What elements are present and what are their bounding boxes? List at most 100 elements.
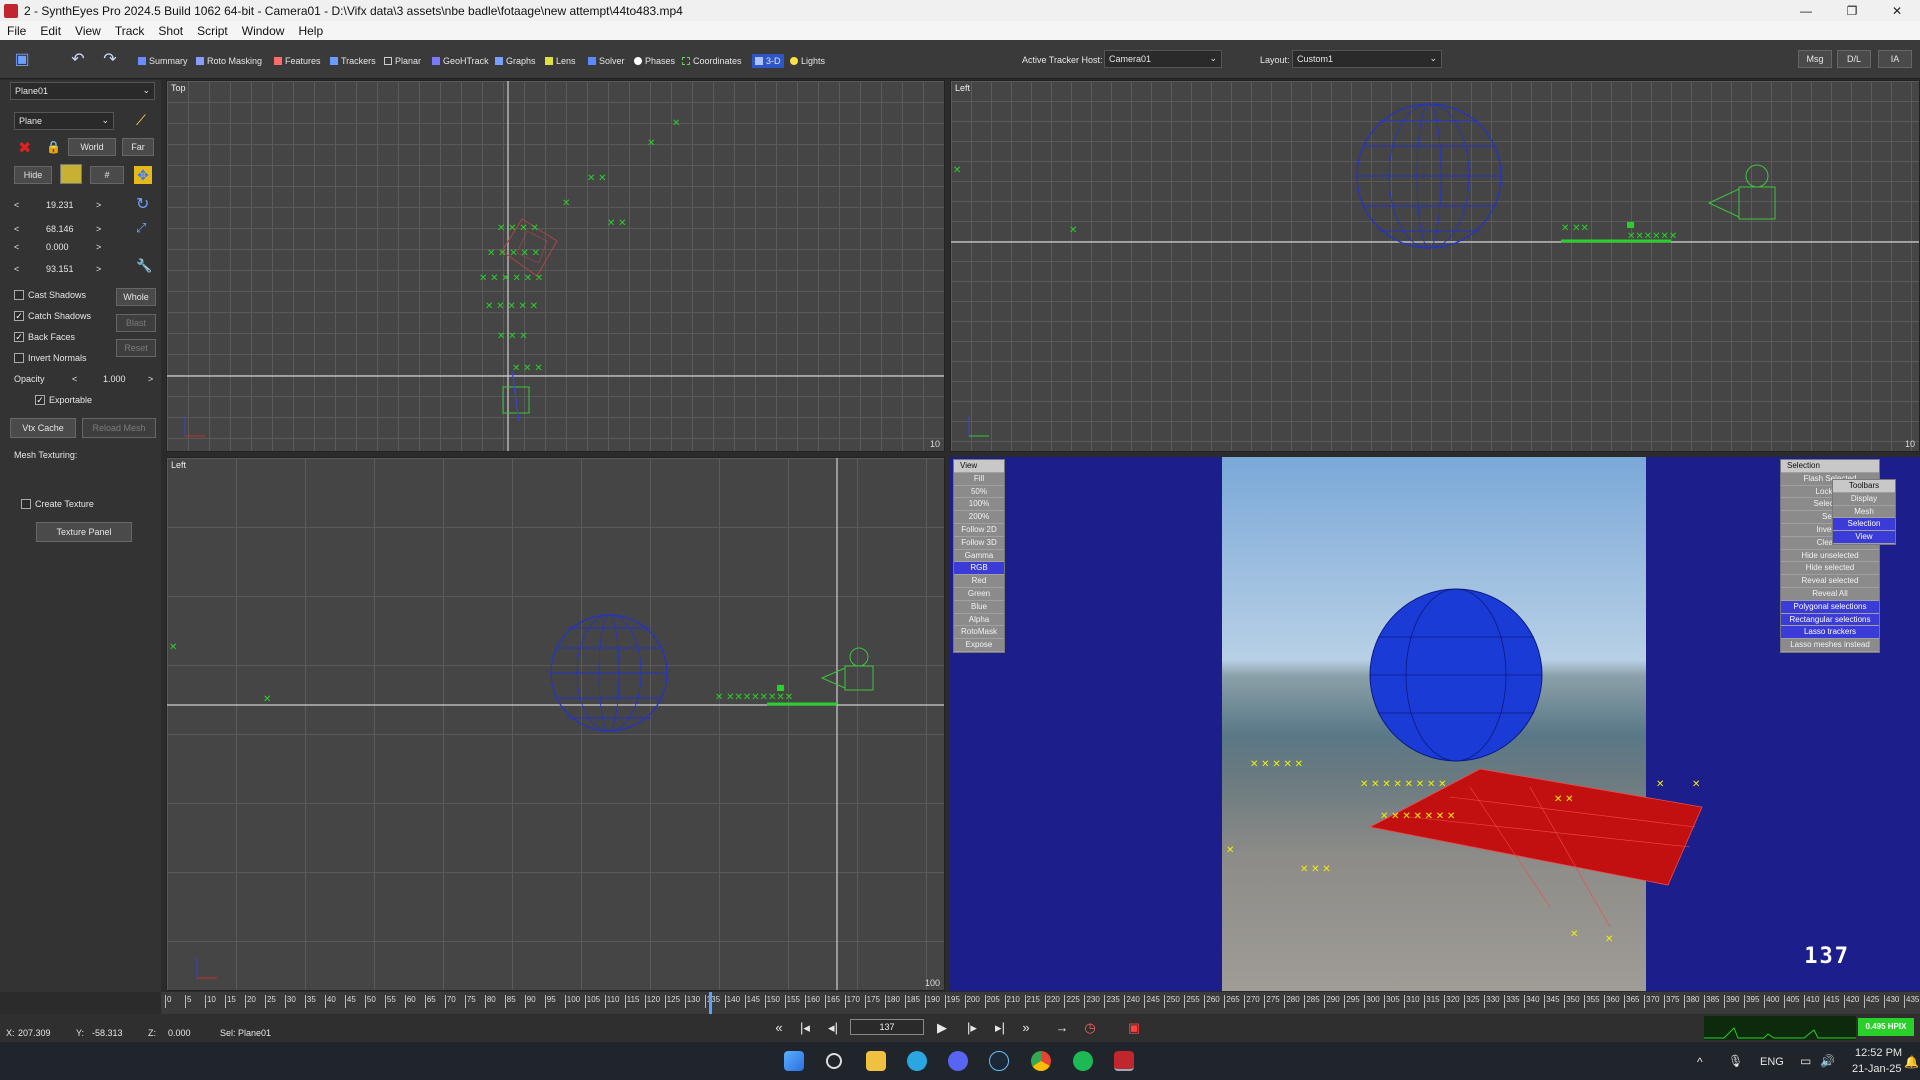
room-features[interactable]: Features <box>274 54 321 68</box>
lock-icon[interactable]: 🔒 <box>46 140 61 154</box>
wrench-icon[interactable]: 🔧 <box>136 258 152 274</box>
selection-menu-item[interactable]: Hide unselected <box>1781 549 1879 563</box>
view-menu-header[interactable]: View <box>954 460 1004 473</box>
primitive-type-select[interactable]: Plane ⌄ <box>14 112 114 130</box>
value-increment[interactable]: > <box>96 224 101 234</box>
menu-view[interactable]: View <box>68 24 108 38</box>
cast-shadows-checkbox[interactable] <box>14 290 24 300</box>
view-menu-item[interactable]: Alpha <box>954 613 1004 627</box>
view-menu-item[interactable]: 50% <box>954 485 1004 499</box>
catch-shadows-checkbox[interactable]: ✓ <box>14 311 24 321</box>
room-summary[interactable]: Summary <box>138 54 188 68</box>
hide-button[interactable]: Hide <box>14 166 52 184</box>
delete-icon[interactable]: ✖ <box>18 138 31 158</box>
value-decrement[interactable]: < <box>14 242 19 252</box>
room-trackers[interactable]: Trackers <box>330 54 376 68</box>
selection-menu-item[interactable]: Reveal selected <box>1781 575 1879 588</box>
create-texture-checkbox[interactable] <box>21 499 31 509</box>
position-y-value[interactable]: 68.146 <box>46 224 74 234</box>
view-menu-item[interactable]: RotoMask <box>954 626 1004 640</box>
timeline-ruler[interactable]: 0 5 10 15 20 25 30 35 40 45 50 55 60 65 70 75 80 85 90 95 10… <box>161 992 1920 1014</box>
invert-normals-checkbox[interactable] <box>14 353 24 363</box>
ia-button[interactable]: IA <box>1878 50 1912 68</box>
view-menu-item[interactable]: Green <box>954 587 1004 601</box>
menu-shot[interactable]: Shot <box>151 24 190 38</box>
room-phases[interactable]: Phases <box>634 54 675 68</box>
value-decrement[interactable]: < <box>14 224 19 234</box>
play-icon[interactable]: ▶ <box>934 1020 950 1036</box>
view-menu-item[interactable]: Follow 2D <box>954 523 1004 537</box>
submenu-mesh[interactable]: Mesh <box>1833 505 1895 519</box>
view-menu-item[interactable]: Red <box>954 575 1004 588</box>
room-planar[interactable]: Planar <box>384 54 421 68</box>
fast-forward-icon[interactable]: » <box>1018 1020 1034 1035</box>
viewport-top[interactable]: ✕ ✕ ✕ ✕ ✕ ✕ ✕ ✕ ✕ ✕ ✕ ✕ ✕ ✕ ✕ ✕ ✕ ✕ ✕ ✕ … <box>166 80 945 452</box>
room-coordinates[interactable]: Coordinates <box>682 54 742 68</box>
value-increment[interactable]: > <box>96 264 101 274</box>
telegram-icon[interactable] <box>907 1051 927 1071</box>
menu-script[interactable]: Script <box>190 24 235 38</box>
volume-icon[interactable]: 🔊 <box>1820 1054 1835 1068</box>
microphone-icon[interactable]: 🎙 <box>1728 1054 1743 1068</box>
room-3d[interactable]: 3-D <box>752 54 784 68</box>
scale-icon[interactable]: ⤢ <box>136 220 146 236</box>
world-button[interactable]: World <box>68 138 116 156</box>
viewport-left-lower[interactable]: ▀ ✕ ✕✕✕✕✕✕✕✕ ✕ ✕ Left 100 <box>166 457 945 991</box>
viewport-left-upper[interactable]: ▀ ✕✕✕✕✕✕ ✕ ✕✕ ✕ ✕ Left 10 <box>950 80 1920 452</box>
value-decrement[interactable]: < <box>14 200 19 210</box>
view-menu-item[interactable]: 100% <box>954 498 1004 512</box>
back-faces-checkbox[interactable]: ✓ <box>14 332 24 342</box>
menu-edit[interactable]: Edit <box>33 24 68 38</box>
search-icon[interactable] <box>826 1053 842 1069</box>
magic-wand-icon[interactable]: ⟋ <box>136 112 146 129</box>
view-menu-item[interactable]: Follow 3D <box>954 536 1004 550</box>
whole-button[interactable]: Whole <box>116 288 156 306</box>
room-graphs[interactable]: Graphs <box>495 54 536 68</box>
file-explorer-icon[interactable] <box>866 1051 886 1071</box>
clock-date[interactable]: 21-Jan-25 <box>1852 1063 1902 1075</box>
maximize-button[interactable]: ❐ <box>1829 0 1875 21</box>
selection-menu-item[interactable]: Hide selected <box>1781 562 1879 576</box>
room-lens[interactable]: Lens <box>545 54 576 68</box>
network-icon[interactable]: ▭ <box>1800 1054 1811 1068</box>
windows-start-icon[interactable] <box>784 1051 804 1071</box>
room-roto-masking[interactable]: Roto Masking <box>196 54 262 68</box>
position-z-value[interactable]: 0.000 <box>46 242 69 252</box>
go-end-icon[interactable]: ▸| <box>992 1020 1008 1036</box>
layout-select[interactable]: Custom1 ⌄ <box>1292 50 1442 68</box>
value-decrement[interactable]: < <box>72 374 77 384</box>
view-menu-item[interactable]: Blue <box>954 600 1004 614</box>
submenu-selection[interactable]: Selection <box>1833 518 1895 532</box>
object-select[interactable]: Plane01 ⌄ <box>10 82 155 100</box>
reload-mesh-button[interactable]: Reload Mesh <box>82 418 156 438</box>
view-menu-item-rgb[interactable]: RGB <box>954 562 1004 576</box>
dl-button[interactable]: D/L <box>1837 50 1871 68</box>
go-start-icon[interactable]: |◂ <box>797 1020 813 1036</box>
playhead[interactable] <box>709 992 712 1014</box>
value-increment[interactable]: > <box>96 200 101 210</box>
arrow-right-icon[interactable]: → <box>1054 1020 1070 1035</box>
opacity-value[interactable]: 1.000 <box>103 374 126 384</box>
selection-menu-item[interactable]: Lasso trackers <box>1781 626 1879 640</box>
notification-icon[interactable]: 🔔 <box>1904 1055 1919 1069</box>
menu-help[interactable]: Help <box>291 24 330 38</box>
clock-time[interactable]: 12:52 PM <box>1855 1047 1902 1059</box>
active-tracker-host-select[interactable]: Camera01 ⌄ <box>1104 50 1222 68</box>
selection-menu-item[interactable]: Rectangular selections <box>1781 613 1879 627</box>
tray-chevron-up-icon[interactable]: ^ <box>1697 1055 1703 1069</box>
save-icon[interactable]: ▣ <box>12 50 32 70</box>
value-increment[interactable]: > <box>96 242 101 252</box>
redo-icon[interactable]: ↷ <box>100 50 120 70</box>
view-menu-item[interactable]: Fill <box>954 472 1004 486</box>
value-decrement[interactable]: < <box>14 264 19 274</box>
room-lights[interactable]: Lights <box>790 54 825 68</box>
menu-window[interactable]: Window <box>235 24 292 38</box>
hash-button[interactable]: # <box>90 166 124 184</box>
move-tool-icon[interactable]: ✥ <box>134 166 152 184</box>
size-value[interactable]: 93.151 <box>46 264 74 274</box>
undo-icon[interactable]: ↶ <box>68 50 88 70</box>
frame-input[interactable]: 137 <box>850 1019 924 1035</box>
step-back-icon[interactable]: ◂| <box>825 1020 841 1036</box>
menu-track[interactable]: Track <box>108 24 152 38</box>
chrome-icon[interactable] <box>1031 1051 1051 1071</box>
